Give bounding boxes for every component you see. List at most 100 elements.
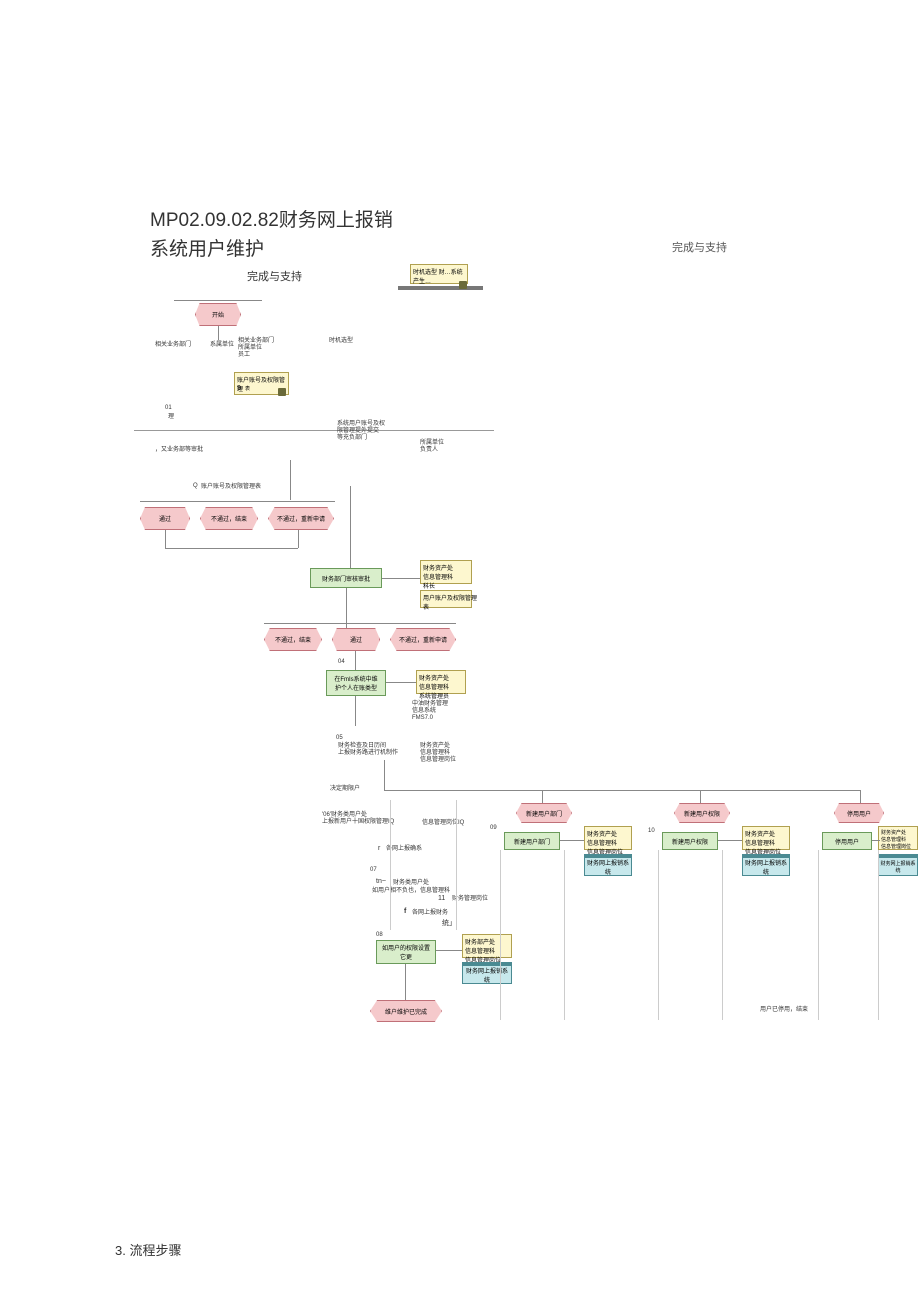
f-text: 各网上报财务 — [412, 910, 448, 917]
branch2-green: 新建用户权限 — [662, 832, 718, 850]
f-label: f — [404, 908, 406, 916]
header-right: 完成与支持 — [672, 239, 727, 255]
branch3-hex: 停用用户 — [834, 803, 884, 823]
perm-role-note: 财务部产处 信息管理科 信息管理岗位 — [462, 934, 512, 958]
faint-b2a — [658, 850, 659, 1020]
line-hex1-a — [165, 530, 166, 548]
faint-b1b — [564, 850, 565, 1020]
branch-v2 — [700, 790, 701, 804]
hex-pass-2: 通过 — [332, 628, 380, 651]
branch1-note: 财务资产处 信息管理科 信息管理岗位 — [584, 826, 632, 850]
step01b-label: 理 — [168, 414, 174, 421]
faint-b1a — [500, 850, 501, 1020]
branch1-hex: 新建用户部门 — [516, 803, 572, 823]
unit-resp-label: 所属单位 负责人 — [420, 440, 444, 454]
line-hex1-b — [298, 530, 299, 548]
line-08-down — [405, 964, 406, 1000]
end-hex: 维户维护已完成 — [370, 1000, 442, 1022]
bullet-left-label: ，又业务部等审批 — [155, 447, 203, 454]
step05-label: 05 — [336, 735, 343, 742]
line-1-v — [218, 326, 219, 340]
num9-suffix: 表 — [245, 385, 250, 392]
timing-label: 时机选型 — [329, 338, 353, 345]
branch3-green: 停用用户 — [822, 832, 872, 850]
dept-fin-label: 相关业务部门 — [155, 342, 191, 349]
mgmt-pos-label: 信息管理岗位IQ — [422, 820, 464, 827]
line-perm-note — [436, 950, 462, 951]
decide-type-label: 决定期限户 — [330, 786, 360, 793]
line-fmis-down — [355, 696, 356, 726]
line-hex1-right — [350, 486, 351, 576]
line-hex1-top — [140, 501, 335, 502]
fmis-role-note: 财务资产处 信息管理科 系统管理员 — [416, 670, 466, 694]
r-label: r — [378, 845, 380, 853]
fin-mgr-note: 财务资产处 信息管理科 科长 — [420, 560, 472, 584]
start-hex: 开始 — [195, 303, 241, 326]
sys-unit-label: 系属单位 — [210, 342, 234, 349]
tn-text: 财务类用户处 — [393, 880, 429, 887]
line-start-top — [174, 300, 262, 301]
faint-b2b — [722, 850, 723, 1020]
perm-table-note: 用户账户及权限管理 表 — [420, 590, 472, 608]
step04-label: 04 — [338, 659, 345, 666]
branch-v3 — [860, 790, 861, 804]
branch-v1 — [542, 790, 543, 804]
q-text: 账户账号及权限管理表 — [201, 484, 261, 491]
title-line2: 系统用户维护 — [150, 234, 393, 261]
section3-heading: 3. 流程步骤 — [115, 1240, 181, 1259]
line-b1-note — [560, 840, 584, 841]
fmis-sys-label: 中油财务管理 信息系统 FMS7.0 — [412, 701, 448, 723]
line-q-v — [290, 460, 291, 500]
shadow-bar-top — [398, 286, 483, 290]
perm-mod-box: 如用户的权限设置 它更 — [376, 940, 436, 964]
line-hex2-top — [264, 623, 456, 624]
branch-line-h — [384, 790, 860, 791]
line-hex1-bot — [165, 548, 298, 549]
tn-label: tn~ — [376, 878, 386, 886]
fin-mgmt-pos-label: 财务管理岗位 — [452, 896, 488, 903]
line-fin-down — [346, 588, 347, 628]
step01-label: 01 — [165, 405, 172, 412]
sys-store-1: 财务网上报销系 统 — [462, 962, 512, 984]
faint-b3b — [878, 850, 879, 1020]
fmis-box: 在FmIs系统中维 护个人在账类型 — [326, 670, 386, 696]
decide-role-label: 财务资产处 信息管理科 信息管理岗位 — [420, 743, 456, 765]
q-label: Q — [193, 483, 198, 490]
decide-label: 财务检查及日历间 上报财务路进行机制作 — [338, 743, 398, 757]
branch3-note: 财务资产处 信息管理科 信息管理岗位 — [878, 826, 918, 850]
num9: 9 — [237, 385, 241, 392]
title-block: MP02.09.02.82财务网上报销 系统用户维护 — [150, 205, 393, 261]
branch1-cyan: 财务网上报销系 统 — [584, 854, 632, 876]
line-hex2-down — [355, 651, 356, 671]
title-line1: MP02.09.02.82财务网上报销 — [150, 205, 393, 232]
hex-reject-1: 不通过，结束 — [200, 507, 258, 530]
line-fin-note — [382, 578, 420, 579]
hex-retry-1: 不通过，重新申请 — [268, 507, 334, 530]
fin-user-label: '06'财务类用户处 上报新用户十国权限管理IQ — [322, 812, 394, 826]
sys-end-label: 统」 — [442, 920, 456, 928]
line-fmis-note — [386, 682, 416, 683]
step08-label: 08 — [376, 932, 383, 939]
hex-retry-2: 不通过，重新申请 — [390, 628, 456, 651]
step07-label: 07 — [370, 867, 377, 874]
branch2-hex: 新建用户权限 — [674, 803, 730, 823]
page: MP02.09.02.82财务网上报销 系统用户维护 完成与支持 完成与支持 时… — [0, 0, 920, 1303]
review-sys-label: 系统用户账号及权 限管理提外提交 等充负部门 — [337, 421, 385, 443]
num11: 11 — [438, 895, 445, 903]
faint-mid2 — [456, 800, 457, 930]
line-b2-note — [718, 840, 742, 841]
dept-fin2-label: 相关业务部门 所属单位 员工 — [238, 338, 274, 360]
branch1-green: 新建用户部门 — [504, 832, 560, 850]
step10-label: 10 — [648, 828, 655, 835]
fin-review-box: 财务部门审核审批 — [310, 568, 382, 588]
branch3-cyan: 财务网上报销系 统 — [878, 854, 918, 876]
doc-icon-2 — [278, 388, 286, 396]
line-b3-note — [872, 840, 880, 841]
doc-icon — [459, 281, 467, 289]
faint-mid — [390, 800, 391, 930]
header-mid: 完成与支持 — [247, 268, 302, 284]
step09-label: 09 — [490, 825, 497, 832]
line-decide-down — [384, 760, 385, 790]
hex-reject-2: 不通过，结束 — [264, 628, 322, 651]
branch2-cyan: 财务网上报销系 统 — [742, 854, 790, 876]
